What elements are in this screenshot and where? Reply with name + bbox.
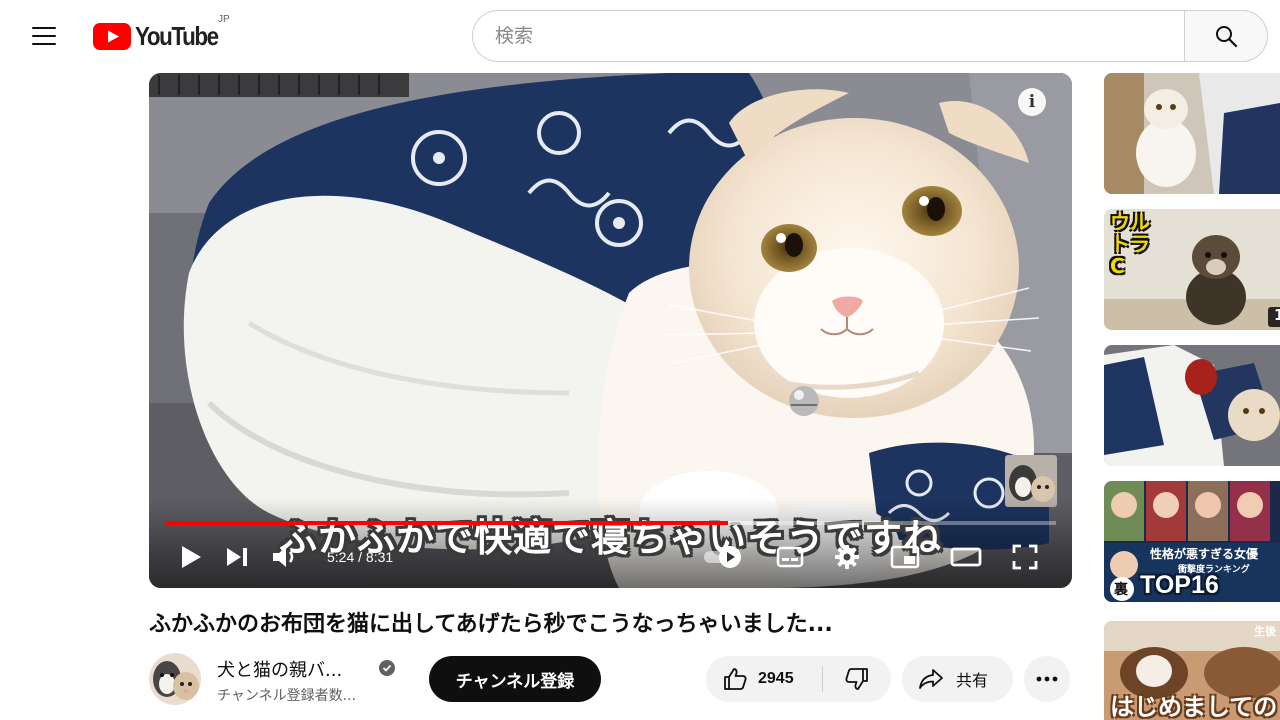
thumbs-down-icon [845, 668, 868, 690]
related-thumbnail-cat-image [1104, 73, 1280, 194]
next-icon [227, 548, 247, 566]
verified-badge-icon [379, 660, 395, 676]
search-button[interactable] [1184, 10, 1268, 62]
related-video-thumbnail[interactable] [1104, 73, 1280, 194]
subscribe-button[interactable]: チャンネル登録 [429, 656, 601, 702]
youtube-play-logo-icon [93, 22, 131, 50]
related-video-thumbnail[interactable] [1104, 345, 1280, 466]
fullscreen-button[interactable] [1012, 544, 1038, 570]
next-button[interactable] [225, 545, 249, 569]
logo-wordmark: YouTube [135, 20, 219, 51]
share-arrow-icon [919, 669, 943, 689]
related-video-thumbnail[interactable]: 性格が悪すぎる女優 衝撃度ランキング TOP16 裏 [1104, 481, 1280, 602]
time-display: 5:24 / 8:31 [327, 549, 393, 565]
miniplayer-icon [890, 545, 920, 569]
channel-subscriber-count: チャンネル登録者数... [217, 688, 356, 704]
channel-avatar[interactable] [149, 653, 201, 705]
rank-mark: 裏 [1114, 582, 1128, 598]
like-button[interactable]: 2945 [706, 656, 822, 702]
related-thumbnail-corner-text: 生後 [1254, 625, 1276, 638]
dislike-button[interactable] [823, 656, 891, 702]
related-video-thumbnail[interactable]: ウルトラC 1 [1104, 209, 1280, 330]
thumbs-up-icon [724, 668, 747, 690]
subtitles-button[interactable] [776, 546, 804, 568]
volume-icon [273, 547, 294, 567]
related-thumbnail-futon-cat-image [1104, 345, 1280, 466]
play-button[interactable] [179, 544, 203, 570]
player-controls-left: 5:24 / 8:31 [179, 539, 393, 575]
related-thumbnail-caption: はじめましての [1110, 693, 1278, 720]
like-dislike-group: 2945 [706, 656, 891, 702]
info-button[interactable]: i [1018, 88, 1046, 116]
channel-avatar-image [149, 653, 201, 705]
more-horizontal-icon [1036, 676, 1058, 682]
video-title: ふかふかのお布団を猫に出してあげたら秒でこうなっちゃいました... [149, 612, 833, 637]
related-thumbnail-caption: 性格が悪すぎる女優 [1150, 547, 1259, 561]
youtube-logo[interactable]: YouTube [93, 20, 231, 52]
channel-action-row: 犬と猫の親バ... チャンネル登録者数... チャンネル登録 2945 共有 [149, 652, 1072, 706]
progress-played [165, 521, 729, 525]
theater-mode-icon [950, 547, 982, 567]
region-code: JP [218, 14, 230, 25]
fullscreen-icon [1012, 544, 1038, 570]
search-icon [1216, 26, 1238, 48]
rank-label: TOP16 [1140, 571, 1219, 599]
search-input[interactable] [472, 10, 1184, 62]
menu-icon[interactable] [24, 18, 64, 54]
autoplay-toggle-icon [704, 546, 741, 568]
play-icon [182, 546, 201, 568]
related-video-thumbnail[interactable]: はじめましての 生後 [1104, 621, 1280, 720]
more-actions-button[interactable] [1024, 656, 1070, 702]
progress-bar[interactable] [165, 521, 1056, 525]
settings-button[interactable] [834, 544, 860, 570]
volume-button[interactable] [271, 545, 299, 569]
time-total: 8:31 [365, 549, 394, 565]
time-separator: / [354, 549, 366, 565]
autoplay-toggle[interactable] [702, 544, 746, 570]
related-thumbnail-caption: ウルトラC [1110, 210, 1150, 278]
theater-mode-button[interactable] [950, 546, 982, 568]
search-bar [472, 10, 1268, 62]
video-player[interactable]: i ふかふかで快適で寝ちゃいそうですね 5:24 / 8:31 [149, 73, 1072, 588]
time-current: 5:24 [327, 549, 355, 565]
channel-name[interactable]: 犬と猫の親バ... [217, 656, 342, 682]
like-count: 2945 [758, 670, 794, 687]
miniplayer-button[interactable] [890, 545, 920, 569]
top-bar: YouTube JP [0, 0, 1280, 72]
info-icon: i [1028, 92, 1036, 112]
subtitles-icon [776, 546, 804, 568]
duration-badge: 1 [1274, 306, 1280, 324]
share-label: 共有 [956, 671, 989, 690]
share-button[interactable]: 共有 [902, 656, 1013, 702]
player-controls-right [702, 539, 1038, 575]
gear-icon [835, 545, 859, 569]
